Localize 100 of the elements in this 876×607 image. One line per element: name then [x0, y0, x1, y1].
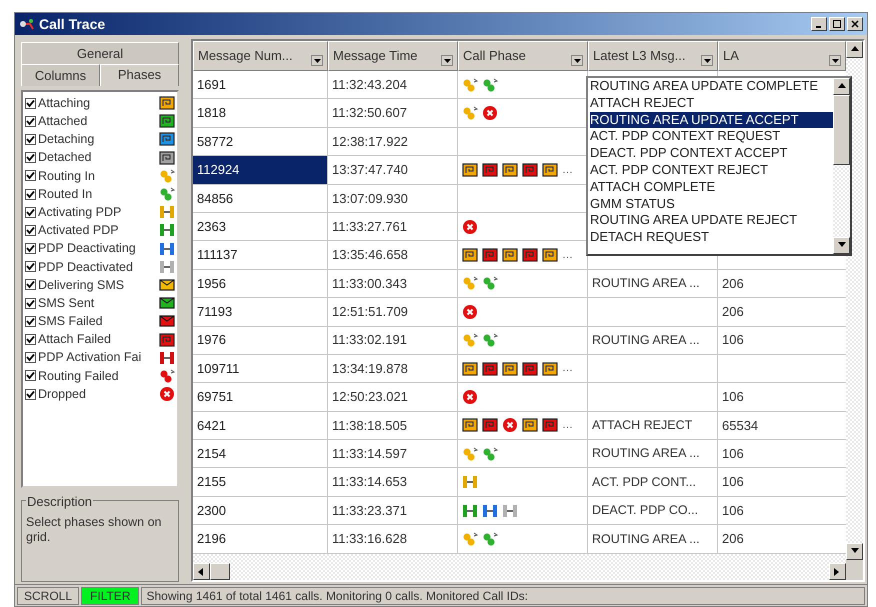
phase-label: Detaching	[38, 133, 94, 146]
table-cell-text: 106	[721, 445, 745, 464]
table-cell-text: 106	[721, 388, 745, 406]
cancel-icon	[502, 417, 518, 434]
table-cell-text: 206	[721, 274, 745, 293]
checkbox[interactable]	[25, 98, 36, 109]
table-cell: 109711	[193, 354, 328, 384]
checkbox[interactable]	[25, 206, 36, 218]
square-icon	[159, 150, 175, 166]
column-header[interactable]: Latest L3 Msg...	[588, 41, 718, 71]
list-option[interactable]: DEACT. PDP CONTEXT ACCEPT	[590, 145, 833, 162]
table-cell: 12:50:23.021	[328, 383, 458, 412]
checkbox[interactable]	[25, 224, 36, 236]
column-header[interactable]: LA	[718, 41, 846, 71]
table-cell: 11:33:27.761	[328, 212, 458, 242]
checkbox[interactable]	[25, 243, 36, 254]
envelope-icon	[159, 276, 175, 293]
table-cell: 11:32:50.607	[328, 99, 458, 128]
table-cell: 13:37:47.740	[328, 156, 458, 185]
tab[interactable]: Columns	[21, 64, 100, 86]
table-cell: 2300	[193, 496, 328, 526]
close-icon[interactable]	[847, 17, 863, 31]
cancel-icon	[462, 388, 478, 405]
table-cell: 2154	[193, 440, 328, 468]
filter-list[interactable]	[586, 76, 852, 256]
checkbox[interactable]	[25, 316, 36, 327]
checkbox[interactable]	[25, 352, 36, 364]
scroll-left-icon[interactable]	[193, 563, 210, 580]
checkbox[interactable]	[25, 152, 36, 164]
link-icon	[462, 446, 478, 462]
link-icon	[482, 332, 498, 348]
phase-label: Routing In	[38, 170, 95, 182]
filter-indicator: FILTER	[81, 586, 140, 604]
cancel-icon	[462, 218, 478, 235]
list-option[interactable]: ACT. PDP CONTEXT REJECT	[590, 162, 833, 179]
checkbox[interactable]	[25, 170, 36, 182]
connector-icon	[159, 258, 175, 275]
scroll-up-icon[interactable]	[833, 78, 850, 95]
table-cell: 12:51:51.709	[328, 298, 458, 327]
maximize-icon[interactable]	[829, 17, 845, 31]
link-icon	[482, 76, 498, 93]
list-option[interactable]: GMM STATUS	[590, 196, 833, 212]
square-icon	[482, 247, 498, 264]
phase-label: SMS Sent	[38, 296, 94, 310]
checkbox[interactable]	[25, 388, 36, 400]
cancel-icon	[159, 386, 175, 402]
table-cell: 112924	[193, 156, 328, 185]
link-icon	[159, 168, 175, 184]
minimize-icon[interactable]	[811, 17, 827, 31]
phase-label: Activating PDP	[38, 206, 122, 218]
tab[interactable]: Phases	[100, 64, 179, 86]
column-header[interactable]: Call Phase	[458, 41, 588, 71]
list-option[interactable]: ATTACH REJECT	[590, 94, 833, 112]
status-message: Showing 1461 of total 1461 calls. Monitoring 0 calls. Monitored Call IDs:	[141, 586, 865, 604]
checkbox[interactable]	[25, 279, 36, 290]
checkbox[interactable]	[25, 261, 36, 272]
link-icon	[462, 530, 478, 547]
table-cell-text: 106	[721, 502, 745, 520]
table-cell: 11:33:14.653	[328, 468, 458, 497]
link-icon	[159, 186, 175, 202]
checkbox[interactable]	[25, 298, 36, 309]
table-cell-text: DEACT. PDP CO...	[591, 502, 700, 520]
phase-label: SMS Failed	[38, 315, 103, 328]
list-option[interactable]: ROUTING AREA UPDATE COMPLETE	[590, 78, 833, 95]
tab[interactable]: General	[21, 42, 179, 64]
list-option[interactable]: ROUTING AREA UPDATE ACCEPT	[590, 112, 833, 128]
checkbox[interactable]	[25, 116, 36, 127]
scroll-down-icon[interactable]	[846, 543, 863, 560]
scroll-up-icon[interactable]	[846, 41, 863, 58]
scrollbar-thumb[interactable]	[210, 563, 230, 580]
link-icon	[462, 332, 478, 348]
connector-icon	[462, 502, 478, 519]
app-icon	[19, 18, 35, 30]
link-icon	[159, 368, 175, 384]
column-header[interactable]: Message Time	[328, 41, 458, 71]
checkbox[interactable]	[25, 334, 36, 346]
more-indicator: …	[562, 418, 573, 434]
more-indicator: …	[562, 162, 573, 178]
checkbox[interactable]	[25, 370, 36, 382]
scroll-down-icon[interactable]	[833, 237, 850, 254]
phase-label: Attached	[38, 115, 88, 128]
table-cell: 1818	[193, 99, 328, 128]
envelope-icon	[159, 295, 175, 312]
window-title: Call Trace	[39, 14, 106, 34]
checkbox[interactable]	[25, 134, 36, 145]
column-header[interactable]: Message Num...	[193, 41, 328, 71]
table-cell: 71193	[193, 298, 328, 327]
scrollbar-thumb[interactable]	[833, 95, 850, 165]
square-icon	[522, 162, 538, 178]
list-option[interactable]: DETACH REQUEST	[590, 229, 833, 246]
list-option[interactable]: ATTACH COMPLETE	[590, 178, 833, 196]
table-cell: 12:38:17.922	[328, 128, 458, 156]
table-cell: 2363	[193, 212, 328, 242]
scroll-right-icon[interactable]	[829, 563, 846, 580]
list-option[interactable]: ROUTING AREA UPDATE REJECT	[590, 212, 833, 230]
list-option[interactable]: ACT. PDP CONTEXT REQUEST	[590, 128, 833, 146]
checkbox[interactable]	[25, 188, 36, 200]
square-icon	[159, 332, 175, 348]
square-icon	[542, 360, 558, 377]
square-icon	[522, 360, 538, 377]
